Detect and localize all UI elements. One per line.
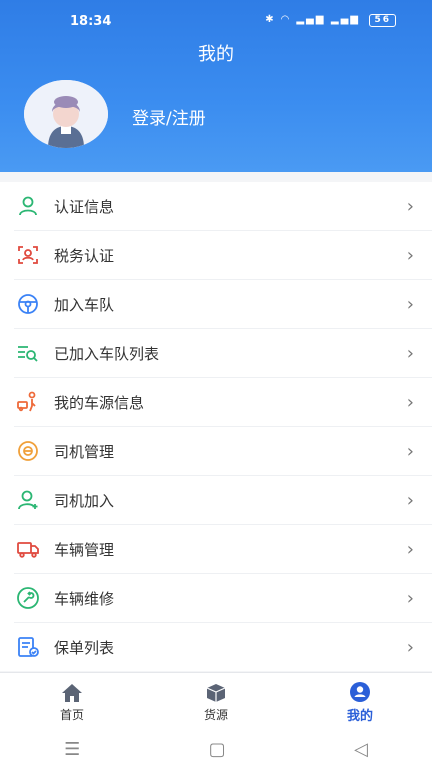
menu-item-driver-join[interactable]: 司机加入 › (14, 476, 432, 525)
login-register-link[interactable]: 登录/注册 (132, 104, 206, 129)
user-add-icon (14, 486, 42, 514)
menu-item-joined-fleet-list[interactable]: 已加入车队列表 › (14, 329, 432, 378)
profile-menu: 认证信息 › 税务认证 › 加入车队 › 已加入车队列表 › 我的车源信息 › … (0, 182, 432, 671)
document-check-icon (14, 633, 42, 661)
page-title: 我的 (198, 44, 234, 65)
chevron-right-icon: › (406, 293, 414, 315)
system-navigation-bar: ☰ ▢ ◁ (0, 730, 432, 768)
status-bar: 18:34 ✱ ◠ ▂▄▆ ▂▄▆ 56 (0, 8, 432, 34)
menu-item-vehicle-management[interactable]: 车辆管理 › (14, 525, 432, 574)
back-icon[interactable]: ◁ (354, 739, 368, 760)
wifi-icon: ◠ (281, 14, 291, 25)
chevron-right-icon: › (406, 440, 414, 462)
tab-label: 货源 (203, 707, 228, 722)
chevron-right-icon: › (406, 587, 414, 609)
avatar[interactable] (24, 80, 108, 148)
bottom-tab-bar: 首页 货源 我的 (0, 672, 432, 731)
menu-item-label: 我的车源信息 (54, 393, 145, 412)
status-time: 18:34 (70, 14, 112, 29)
menu-item-label: 车辆管理 (54, 540, 115, 559)
tab-label: 我的 (346, 708, 373, 724)
menu-item-tax-certification[interactable]: 税务认证 › (14, 231, 432, 280)
bluetooth-icon: ✱ (265, 14, 276, 25)
menu-item-label: 司机加入 (54, 491, 115, 510)
home-square-icon[interactable]: ▢ (209, 739, 226, 760)
menu-item-label: 车辆维修 (54, 589, 115, 608)
menu-item-driver-management[interactable]: 司机管理 › (14, 427, 432, 476)
wrench-icon (14, 584, 42, 612)
menu-item-certification[interactable]: 认证信息 › (14, 182, 432, 231)
profile-header: 18:34 ✱ ◠ ▂▄▆ ▂▄▆ 56 我的 登录/注册 (0, 0, 432, 172)
menu-item-my-vehicle-info[interactable]: 我的车源信息 › (14, 378, 432, 427)
chevron-right-icon: › (406, 391, 414, 413)
menu-item-label: 司机管理 (54, 442, 115, 461)
package-icon (205, 682, 227, 704)
avatar-icon (24, 80, 108, 148)
person-vehicle-icon (14, 388, 42, 416)
menu-icon[interactable]: ☰ (64, 739, 80, 760)
list-search-icon (14, 339, 42, 367)
driver-wheel-icon (14, 437, 42, 465)
signal-icon-2: ▂▄▆ (330, 14, 360, 25)
menu-item-vehicle-repair[interactable]: 车辆维修 › (14, 574, 432, 623)
profile-icon (349, 681, 371, 703)
menu-item-join-fleet[interactable]: 加入车队 › (14, 280, 432, 329)
truck-icon (14, 535, 42, 563)
menu-item-label: 加入车队 (54, 295, 115, 314)
tab-mine[interactable]: 我的 (288, 673, 432, 731)
tab-cargo[interactable]: 货源 (144, 673, 288, 731)
chevron-right-icon: › (406, 244, 414, 266)
menu-item-label: 认证信息 (54, 197, 115, 216)
chevron-right-icon: › (406, 538, 414, 560)
tab-label: 首页 (59, 707, 84, 722)
status-icons: ✱ ◠ ▂▄▆ ▂▄▆ 56 (265, 14, 396, 27)
menu-item-label: 税务认证 (54, 246, 115, 265)
battery-icon: 56 (369, 14, 396, 27)
chevron-right-icon: › (406, 636, 414, 658)
menu-item-policy-list[interactable]: 保单列表 › (14, 623, 432, 671)
home-icon (61, 682, 83, 704)
user-outline-icon (14, 192, 42, 220)
face-scan-icon (14, 241, 42, 269)
steering-wheel-icon (14, 290, 42, 318)
tab-home[interactable]: 首页 (0, 673, 144, 731)
menu-item-label: 保单列表 (54, 638, 115, 657)
chevron-right-icon: › (406, 342, 414, 364)
chevron-right-icon: › (406, 195, 414, 217)
menu-item-label: 已加入车队列表 (54, 344, 160, 363)
signal-icon: ▂▄▆ (296, 14, 326, 25)
chevron-right-icon: › (406, 489, 414, 511)
